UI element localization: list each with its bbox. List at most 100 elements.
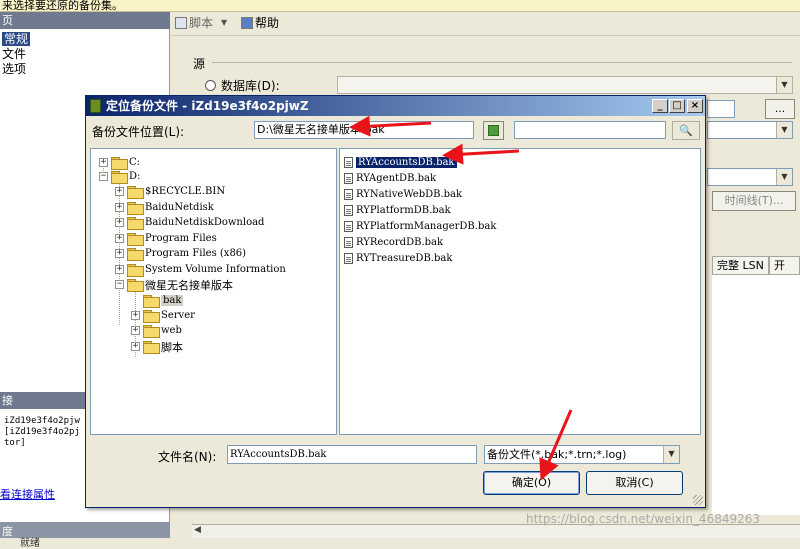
resize-grip-icon[interactable]: [693, 495, 703, 505]
tree-node-baidunetdisk-download[interactable]: + BaiduNetdiskDownload: [115, 215, 264, 230]
file-item[interactable]: RYPlatformDB.bak: [344, 203, 451, 217]
background-hint-bar: 来选择要还原的备份集。: [0, 0, 800, 12]
collapse-icon[interactable]: −: [115, 280, 124, 289]
nav-item-general[interactable]: 常规: [2, 32, 31, 46]
file-icon: [344, 172, 353, 184]
file-item[interactable]: RYAgentDB.bak: [344, 171, 436, 185]
help-button-label: 帮助: [255, 16, 280, 30]
file-item-label: RYPlatformDB.bak: [356, 204, 451, 216]
tree-node-d-drive[interactable]: − D:: [99, 169, 140, 184]
file-item[interactable]: RYPlatformManagerDB.bak: [344, 219, 496, 233]
database-radio-label: 数据库(D):: [221, 79, 280, 93]
folder-icon: [127, 279, 144, 292]
script-icon: [175, 17, 187, 29]
expand-icon[interactable]: +: [131, 311, 140, 320]
expand-icon[interactable]: +: [115, 265, 124, 274]
tree-node-web[interactable]: + web: [131, 323, 182, 338]
tree-node-bak[interactable]: bak: [143, 293, 184, 308]
help-button[interactable]: 帮助: [241, 16, 279, 30]
dialog-title: 定位备份文件 - iZd19e3f4o2pjwZ: [106, 99, 309, 113]
source-database-combo[interactable]: ▼: [337, 76, 793, 94]
filetype-select[interactable]: 备份文件(*.bak;*.trn;*.log) ▼: [484, 445, 680, 464]
folder-icon: [127, 186, 144, 199]
refresh-button[interactable]: [483, 121, 504, 140]
file-item-label: RYRecordDB.bak: [356, 236, 444, 248]
tree-node-label: Program Files (x86): [145, 248, 247, 259]
source-device-field[interactable]: [707, 100, 735, 118]
tree-node-baidunetdisk[interactable]: + BaiduNetdisk: [115, 200, 214, 215]
file-list[interactable]: RYAccountsDB.bak RYAgentDB.bak RYNativeW…: [339, 148, 701, 435]
filter-input[interactable]: [514, 121, 666, 139]
maximize-icon[interactable]: □: [669, 99, 685, 113]
expand-icon[interactable]: +: [115, 234, 124, 243]
tree-node-label: Server: [161, 310, 195, 321]
folder-icon: [143, 310, 160, 323]
filename-input[interactable]: RYAccountsDB.bak: [227, 445, 477, 464]
collapse-icon[interactable]: −: [99, 172, 108, 181]
expand-icon[interactable]: +: [131, 326, 140, 335]
expand-icon[interactable]: +: [115, 218, 124, 227]
tree-node-program-files-x86[interactable]: + Program Files (x86): [115, 246, 246, 261]
progress-header-label: 度: [2, 525, 13, 538]
ok-button[interactable]: 确定(O): [483, 471, 580, 495]
tree-node-c-drive[interactable]: + C:: [99, 155, 140, 170]
file-icon: [344, 204, 353, 216]
timeline-button[interactable]: 时间线(T)...: [712, 191, 796, 211]
source-database-radio[interactable]: 数据库(D):: [205, 77, 280, 94]
grid-header-full-lsn[interactable]: 完整 LSN: [712, 256, 769, 275]
tree-node-project-folder[interactable]: − 微星无名接单版本: [115, 277, 233, 292]
file-item-label: RYNativeWebDB.bak: [356, 188, 463, 200]
search-button[interactable]: 🔍: [672, 121, 700, 140]
folder-tree[interactable]: + C: − D: + $RECYCLE.BIN + BaiduNetdisk …: [90, 148, 337, 435]
expand-icon[interactable]: +: [115, 187, 124, 196]
chevron-down-icon: ▼: [776, 122, 792, 138]
tree-node-label: 脚本: [161, 340, 183, 354]
minimize-icon[interactable]: _: [652, 99, 668, 113]
destination-database-combo[interactable]: ▼: [707, 121, 793, 139]
tree-node-label: D:: [129, 171, 141, 182]
chevron-down-icon[interactable]: ▼: [663, 446, 679, 463]
expand-icon[interactable]: +: [115, 203, 124, 212]
file-item-label: RYTreasureDB.bak: [356, 252, 453, 264]
file-item[interactable]: RYAccountsDB.bak: [344, 155, 458, 169]
dialog-titlebar[interactable]: 定位备份文件 - iZd19e3f4o2pjwZ _ □ ×: [86, 96, 705, 116]
file-item[interactable]: RYTreasureDB.bak: [344, 251, 452, 265]
backup-location-input[interactable]: D:\微星无名接单版本\bak: [254, 121, 474, 139]
expand-icon[interactable]: +: [131, 342, 140, 351]
restore-to-combo[interactable]: ▼: [707, 168, 793, 186]
source-section-label: 源: [193, 57, 206, 71]
tree-node-label: 微星无名接单版本: [145, 278, 233, 292]
tree-node-recycle-bin[interactable]: + $RECYCLE.BIN: [115, 184, 225, 199]
backup-set-grid[interactable]: [712, 275, 800, 515]
nav-item-files[interactable]: 文件: [2, 47, 26, 61]
expand-icon[interactable]: +: [99, 158, 108, 167]
view-connection-properties-link[interactable]: 看连接属性: [0, 486, 55, 502]
horizontal-scrollbar[interactable]: ◀: [192, 524, 800, 538]
close-icon[interactable]: ×: [687, 99, 703, 113]
nav-item-options[interactable]: 选项: [2, 62, 26, 76]
cancel-button[interactable]: 取消(C): [586, 471, 683, 495]
tree-node-system-volume-information[interactable]: + System Volume Information: [115, 262, 286, 277]
filename-label: 文件名(N):: [158, 450, 217, 464]
tree-node-label: web: [161, 325, 182, 336]
chevron-down-icon: ▼: [776, 169, 792, 185]
filetype-select-value: 备份文件(*.bak;*.trn;*.log): [487, 448, 627, 461]
grid-header-start[interactable]: 开: [769, 256, 800, 275]
tree-node-label: C:: [129, 157, 141, 168]
tree-node-label: bak: [161, 295, 184, 306]
folder-icon: [127, 264, 144, 277]
scroll-left-icon[interactable]: ◀: [194, 525, 201, 535]
tree-node-label: System Volume Information: [145, 264, 286, 275]
script-button[interactable]: 脚本 ▼: [175, 16, 227, 30]
tree-node-server[interactable]: + Server: [131, 308, 195, 323]
browse-button[interactable]: ...: [765, 99, 795, 119]
tree-node-program-files[interactable]: + Program Files: [115, 231, 217, 246]
tree-node-scripts[interactable]: + 脚本: [131, 339, 183, 354]
file-icon: [344, 220, 353, 232]
file-item[interactable]: RYRecordDB.bak: [344, 235, 443, 249]
database-radio-circle[interactable]: [205, 80, 216, 91]
expand-icon[interactable]: +: [115, 249, 124, 258]
file-item[interactable]: RYNativeWebDB.bak: [344, 187, 462, 201]
script-button-label: 脚本: [189, 16, 214, 30]
folder-icon: [127, 217, 144, 230]
